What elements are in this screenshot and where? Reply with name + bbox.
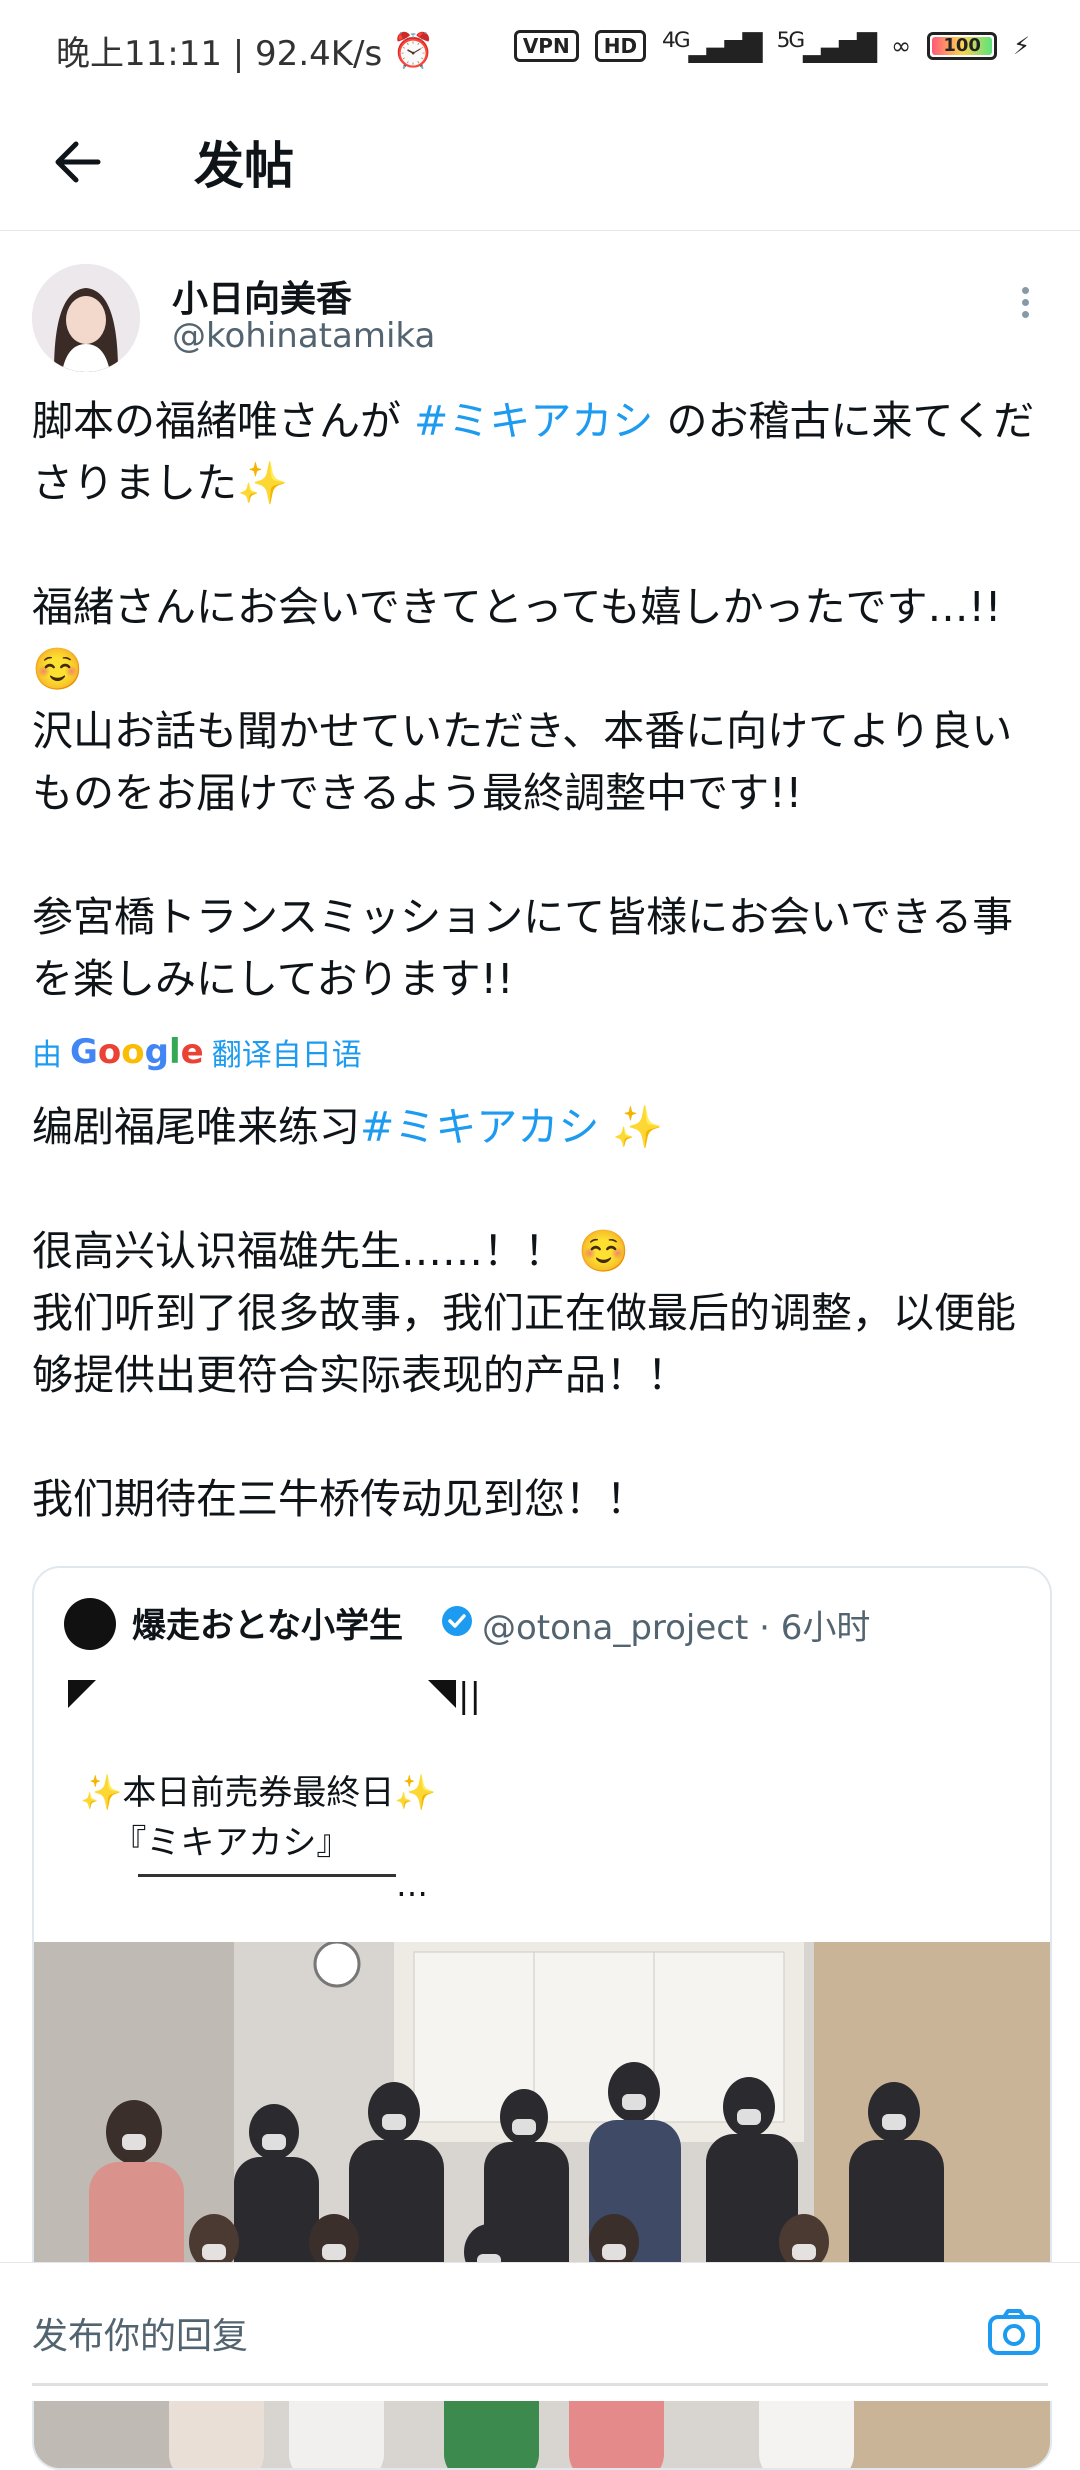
signal-5g-icon: 5G▂▄▆█ — [776, 28, 878, 64]
corner-mark-left — [68, 1680, 96, 1708]
translate-prefix: 由 — [32, 1038, 62, 1073]
status-time-speed: 晚上11:11 | 92.4K/s — [56, 34, 383, 74]
corner-mark-right — [428, 1680, 456, 1708]
status-left: 晚上11:11 | 92.4K/s ⏰ — [56, 26, 435, 75]
vpn-badge: VPN — [513, 29, 579, 62]
alarm-icon: ⏰ — [392, 30, 435, 71]
quote-underline — [138, 1874, 396, 1877]
tweet-translated-text: 编剧福尾唯来练习#ミキアカシ ✨ 很高兴认识福雄先生……！！ ☺️ 我们听到了很… — [32, 1096, 1052, 1530]
status-right: VPN HD 4G▂▄▆█ 5G▂▄▆█ ∞ 100 ⚡ — [513, 28, 1030, 64]
google-logo: Google — [70, 1032, 204, 1072]
verified-badge-icon — [442, 1606, 472, 1636]
orig-text-a: 脚本の福緒唯さんが — [32, 397, 415, 445]
bottom-divider — [32, 2383, 1048, 2386]
net1-label: 4G — [662, 28, 691, 53]
author-name[interactable]: 小日向美香 — [172, 270, 352, 322]
charging-icon: ⚡ — [1013, 31, 1030, 60]
more-options-icon[interactable] — [1010, 282, 1040, 332]
net2-label: 5G — [776, 28, 806, 53]
quote-text: ✨本日前売券最終日✨ 『ミキアカシ』 — [80, 1773, 437, 1863]
battery-level: 100 — [943, 34, 981, 56]
trans-hashtag-link[interactable]: #ミキアカシ — [360, 1103, 599, 1151]
avatar[interactable] — [32, 264, 140, 372]
trans-text-a: 编剧福尾唯来练习 — [32, 1103, 360, 1151]
quote-handle-time: @otona_project · 6小时 — [482, 1608, 871, 1648]
hd-badge: HD — [594, 29, 647, 62]
camera-icon[interactable] — [986, 2307, 1042, 2359]
reply-bar: 发布你的回复 — [0, 2262, 1080, 2401]
page-title: 发帖 — [194, 137, 294, 195]
bars-mark: || — [458, 1676, 481, 1716]
quote-ellipsis: … — [396, 1866, 428, 1904]
translation-attribution[interactable]: 由 Google 翻译自日语 — [32, 1030, 362, 1074]
orig-text-b: のお稽古に来てくださりました✨ 福緒さんにお会いできてとっても嬉しかったです…!… — [32, 397, 1035, 1003]
quote-author-name: 爆走おとな小学生 — [132, 1606, 403, 1646]
back-arrow-icon[interactable] — [48, 132, 108, 192]
author-handle[interactable]: @kohinatamika — [172, 316, 435, 356]
hashtag-link[interactable]: #ミキアカシ — [414, 397, 653, 445]
trans-text-b: ✨ 很高兴认识福雄先生……！！ ☺️ 我们听到了很多故事，我们正在做最后的调整，… — [32, 1103, 1016, 1523]
tweet-original-text: 脚本の福緒唯さんが #ミキアカシ のお稽古に来てくださりました✨ 福緒さんにお会… — [32, 390, 1052, 1010]
app-header: 发帖 — [0, 96, 1080, 231]
translate-suffix: 翻译自日语 — [211, 1038, 362, 1073]
quote-avatar — [64, 1598, 116, 1650]
battery-icon: 100 — [927, 31, 998, 60]
hotspot-icon: ∞ — [891, 31, 912, 60]
signal-4g-icon: 4G▂▄▆█ — [662, 28, 763, 64]
status-bar: 晚上11:11 | 92.4K/s ⏰ VPN HD 4G▂▄▆█ 5G▂▄▆█… — [0, 0, 1080, 96]
reply-input[interactable]: 发布你的回复 — [32, 2307, 248, 2359]
